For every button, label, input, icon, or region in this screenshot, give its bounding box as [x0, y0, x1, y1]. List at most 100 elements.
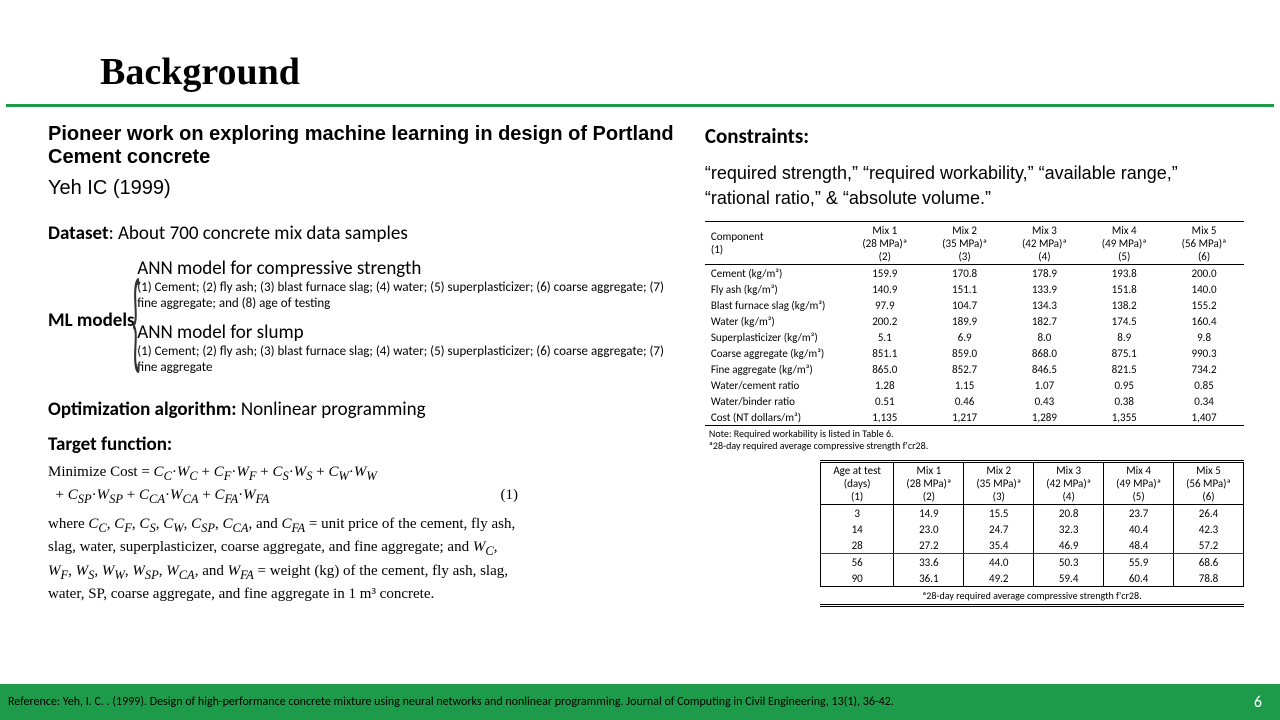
ml-item-sub: (1) Cement; (2) fly ash; (3) blast furna… — [137, 280, 681, 313]
table1-cell: 5.1 — [845, 329, 925, 345]
table1-cell: 193.8 — [1084, 265, 1164, 282]
optimization-line: Optimization algorithm: Nonlinear progra… — [48, 398, 681, 421]
table1-cell: 182.7 — [1005, 313, 1085, 329]
table1-cell: 97.9 — [845, 297, 925, 313]
table1-header: Mix 4(49 MPa)ª(5) — [1084, 222, 1164, 265]
table1-cell: 990.3 — [1164, 345, 1244, 361]
table1-cell: 1,407 — [1164, 409, 1244, 426]
table2-cell: 50.3 — [1034, 554, 1104, 571]
dataset-line: Dataset: About 700 concrete mix data sam… — [48, 222, 681, 245]
table2-header: Mix 5(56 MPa)ª(6) — [1174, 462, 1244, 505]
dataset-label: Dataset — [48, 222, 109, 245]
footer-bar: Reference: Yeh, I. C. . (1999). Design o… — [0, 684, 1280, 720]
table1-cell: 155.2 — [1164, 297, 1244, 313]
table1-header: Mix 5(56 MPa)ª(6) — [1164, 222, 1244, 265]
table1-cell: 0.95 — [1084, 377, 1164, 393]
table1-cell: 0.51 — [845, 393, 925, 409]
table1-cell: 140.9 — [845, 281, 925, 297]
table1-cell: Fine aggregate (kg/m³) — [705, 361, 845, 377]
table1-header: Mix 3(42 MPa)ª(4) — [1005, 222, 1085, 265]
ml-items: ANN model for compressive strength (1) C… — [137, 257, 681, 384]
constraints-title: Constraints: — [705, 123, 1244, 149]
brace-icon: { — [132, 271, 141, 371]
ml-models-label: ML models — [48, 309, 135, 332]
table1-cell: 734.2 — [1164, 361, 1244, 377]
table1-cell: 851.1 — [845, 345, 925, 361]
table2-cell: 15.5 — [964, 505, 1034, 522]
table2-cell: 78.8 — [1174, 570, 1244, 587]
table2-cell: 36.1 — [894, 570, 964, 587]
table2-cell: 44.0 — [964, 554, 1034, 571]
table1-cell: 140.0 — [1164, 281, 1244, 297]
table1-cell: 868.0 — [1005, 345, 1085, 361]
table2-cell: 42.3 — [1174, 521, 1244, 537]
page-number: 6 — [1254, 693, 1266, 712]
table1-cell: 170.8 — [925, 265, 1005, 282]
table1-cell: 104.7 — [925, 297, 1005, 313]
table1-cell: 852.7 — [925, 361, 1005, 377]
table2-cell: 3 — [820, 505, 894, 522]
reference-text: Reference: Yeh, I. C. . (1999). Design o… — [8, 695, 894, 709]
table2-cell: 20.8 — [1034, 505, 1104, 522]
table2-header: Mix 2(35 MPa)ª(3) — [964, 462, 1034, 505]
table1-cell: 8.9 — [1084, 329, 1164, 345]
table1-cell: 0.85 — [1164, 377, 1244, 393]
ml-models-block: ML models { ANN model for compressive st… — [48, 257, 681, 384]
table2-header: Mix 1(28 MPa)ª(2) — [894, 462, 964, 505]
mix-component-table: Component(1)Mix 1(28 MPa)ª(2)Mix 2(35 MP… — [705, 221, 1244, 426]
table1-cell: 189.9 — [925, 313, 1005, 329]
table1-header: Mix 1(28 MPa)ª(2) — [845, 222, 925, 265]
table2-cell: 27.2 — [894, 537, 964, 554]
table1-cell: 151.1 — [925, 281, 1005, 297]
author-line: Yeh IC (1999) — [48, 177, 681, 200]
target-function-label: Target function: — [48, 433, 681, 456]
table1-header: Mix 2(35 MPa)ª(3) — [925, 222, 1005, 265]
table1-cell: 0.46 — [925, 393, 1005, 409]
table2-cell: 49.2 — [964, 570, 1034, 587]
table2-header: Mix 3(42 MPa)ª(4) — [1034, 462, 1104, 505]
table1-cell: 846.5 — [1005, 361, 1085, 377]
table2-cell: 35.4 — [964, 537, 1034, 554]
table1-cell: 875.1 — [1084, 345, 1164, 361]
slide-title: Background — [0, 0, 1280, 104]
table1-cell: 8.0 — [1005, 329, 1085, 345]
table1-cell: 865.0 — [845, 361, 925, 377]
ml-item-sub: (1) Cement; (2) fly ash; (3) blast furna… — [137, 344, 681, 377]
table1-cell: Fly ash (kg/m³) — [705, 281, 845, 297]
table1-cell: Superplasticizer (kg/m³) — [705, 329, 845, 345]
table2-cell: 28 — [820, 537, 894, 554]
ml-item-title: ANN model for compressive strength — [137, 257, 681, 280]
table1-cell: 1,135 — [845, 409, 925, 426]
table1-note2: ª28-day required average compressive str… — [709, 440, 1244, 452]
ml-item: ANN model for slump (1) Cement; (2) fly … — [137, 321, 681, 377]
equation-number: (1) — [501, 485, 519, 508]
table2-cell: 24.7 — [964, 521, 1034, 537]
table2-cell: 26.4 — [1174, 505, 1244, 522]
table2-cell: 60.4 — [1104, 570, 1174, 587]
table1-cell: Cement (kg/m³) — [705, 265, 845, 282]
table1-cell: 1,289 — [1005, 409, 1085, 426]
age-strength-table: Age at test(days)(1)Mix 1(28 MPa)ª(2)Mix… — [820, 460, 1244, 587]
table1-cell: Blast furnace slag (kg/m³) — [705, 297, 845, 313]
table1-cell: 1.15 — [925, 377, 1005, 393]
table1-cell: 200.0 — [1164, 265, 1244, 282]
table1-cell: 821.5 — [1084, 361, 1164, 377]
table2-cell: 23.7 — [1104, 505, 1174, 522]
table2-cell: 57.2 — [1174, 537, 1244, 554]
equation-block: Minimize Cost = CC·WC + CF·WF + CS·WS + … — [48, 462, 518, 605]
constraints-body: “required strength,” “required workabili… — [705, 161, 1244, 211]
table1-cell: Coarse aggregate (kg/m³) — [705, 345, 845, 361]
table2-cell: 14.9 — [894, 505, 964, 522]
table1-cell: 859.0 — [925, 345, 1005, 361]
table2-cell: 23.0 — [894, 521, 964, 537]
table1-cell: 1.28 — [845, 377, 925, 393]
ml-item: ANN model for compressive strength (1) C… — [137, 257, 681, 313]
equation-line-2: + CSP·WSP + CCA·WCA + CFA·WFA (1) — [48, 485, 518, 508]
table1-cell: 9.8 — [1164, 329, 1244, 345]
table2-header: Age at test(days)(1) — [820, 462, 894, 505]
table1-cell: 159.9 — [845, 265, 925, 282]
table1-cell: Water/binder ratio — [705, 393, 845, 409]
equation-line-1: Minimize Cost = CC·WC + CF·WF + CS·WS + … — [48, 462, 518, 485]
table2-cell: 40.4 — [1104, 521, 1174, 537]
optimization-text: Nonlinear programming — [241, 398, 426, 421]
